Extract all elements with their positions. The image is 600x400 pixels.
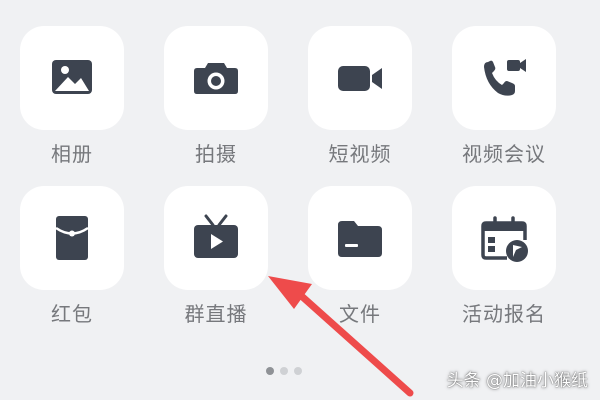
page-dot-2[interactable]	[280, 367, 288, 375]
app-label-photos: 相册	[51, 142, 93, 166]
video-call-icon	[484, 59, 526, 96]
photo-icon	[52, 60, 92, 94]
app-label-short-video: 短视频	[328, 142, 392, 166]
app-label-event-signup: 活动报名	[462, 302, 546, 326]
app-label-files: 文件	[339, 302, 381, 326]
camera-icon	[194, 63, 238, 94]
app-label-camera: 拍摄	[195, 142, 237, 166]
app-grid-panel: 相册 拍摄 短视频 视频会议 红包 群直播 文件 活动报名 头条 @加油小猴纸	[0, 0, 600, 400]
app-label-group-live: 群直播	[184, 302, 248, 326]
page-dot-3[interactable]	[294, 367, 302, 375]
app-tile-group-live[interactable]: 群直播	[164, 186, 268, 346]
app-tile-short-video[interactable]: 短视频	[308, 26, 412, 186]
app-tile-photos[interactable]: 相册	[20, 26, 124, 186]
app-label-video-meeting: 视频会议	[462, 142, 546, 166]
app-tile-red-packet[interactable]: 红包	[20, 186, 124, 346]
app-label-red-packet: 红包	[51, 302, 93, 326]
app-tile-event-signup[interactable]: 活动报名	[452, 186, 556, 346]
page-dot-1[interactable]	[266, 367, 274, 375]
video-camera-icon	[338, 66, 382, 91]
app-tile-video-meeting[interactable]: 视频会议	[452, 26, 556, 186]
app-tile-files[interactable]: 文件	[308, 186, 412, 346]
watermark-text: 头条 @加油小猴纸	[446, 371, 588, 391]
app-tile-camera[interactable]: 拍摄	[164, 26, 268, 186]
calendar-flag-icon	[481, 216, 528, 262]
red-packet-icon	[55, 216, 89, 260]
live-tv-icon	[194, 214, 238, 258]
watermark: 头条 @加油小猴纸	[447, 366, 588, 391]
page-indicator	[266, 367, 302, 375]
folder-icon	[338, 221, 382, 257]
